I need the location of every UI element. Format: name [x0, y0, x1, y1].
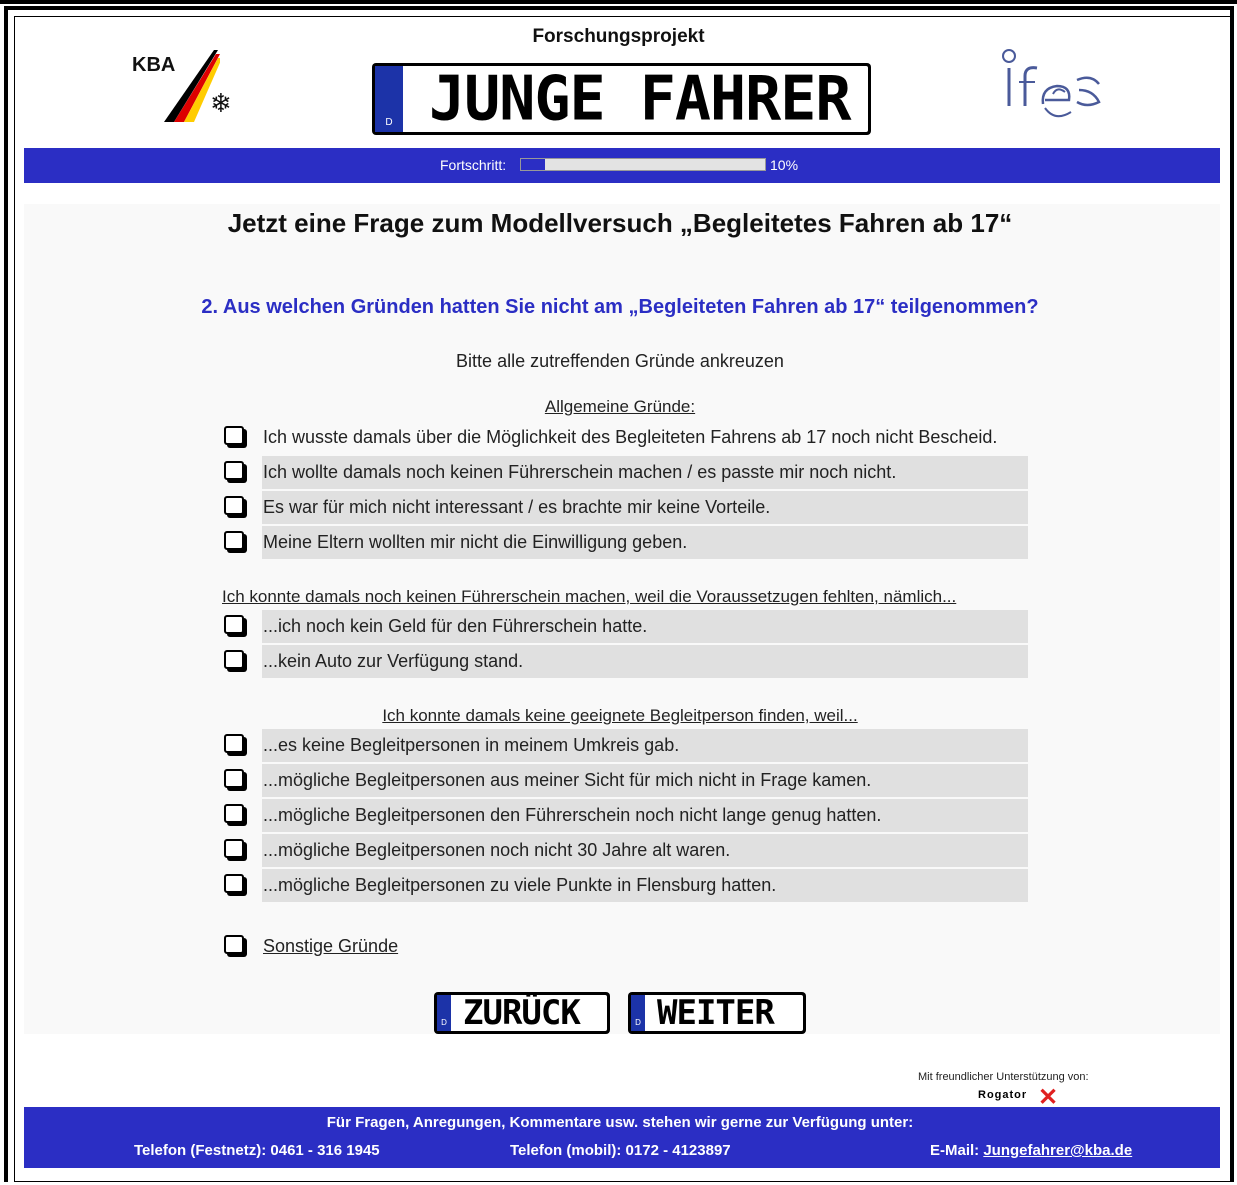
progress-fill [521, 159, 546, 170]
option-row[interactable]: Ich wusste damals über die Möglichkeit d… [262, 421, 1028, 454]
option-label: ...mögliche Begleitpersonen den Führersc… [263, 805, 882, 825]
plate-body: D JUNGE FAHRER [375, 63, 868, 135]
eu-band-icon: D [437, 995, 451, 1031]
option-label: ...mögliche Begleitpersonen aus meiner S… [263, 770, 872, 790]
checkbox-reason-5[interactable] [224, 615, 244, 634]
next-button-body: D WEITER [631, 993, 803, 1033]
checkbox-reason-10[interactable] [224, 839, 244, 858]
checkbox-reason-11[interactable] [224, 874, 244, 893]
plate-country: D [635, 1018, 641, 1027]
option-row[interactable]: Es war für mich nicht interessant / es b… [262, 491, 1028, 524]
option-row[interactable]: ...kein Auto zur Verfügung stand. [262, 645, 1028, 678]
option-row[interactable]: ...ich noch kein Geld für den Führersche… [262, 610, 1028, 643]
checkbox-reason-2[interactable] [224, 461, 244, 480]
option-row[interactable]: ...mögliche Begleitpersonen noch nicht 3… [262, 834, 1028, 867]
progress-percent: 10% [770, 157, 799, 173]
option-label: ...kein Auto zur Verfügung stand. [263, 651, 524, 671]
kba-logo: KBA ❄ [132, 50, 272, 130]
footer-contact-intro: Für Fragen, Anregungen, Kommentare usw. … [326, 1114, 914, 1131]
option-label: ...ich noch kein Geld für den Führersche… [263, 616, 648, 636]
checkbox-reason-7[interactable] [224, 734, 244, 753]
next-button[interactable]: D WEITER [628, 992, 806, 1034]
option-label: ...mögliche Begleitpersonen noch nicht 3… [263, 840, 731, 860]
option-label: Ich wusste damals über die Möglichkeit d… [263, 427, 998, 447]
option-row[interactable]: Ich wollte damals noch keinen Führersche… [262, 456, 1028, 489]
footer-phone-landline: Telefon (Festnetz): 0461 - 316 1945 [134, 1142, 380, 1159]
option-label: ...es keine Begleitpersonen in meinem Um… [263, 735, 680, 755]
progress-label: Fortschritt: [440, 157, 507, 173]
back-button-body: D ZURÜCK [437, 993, 607, 1033]
option-label: ...mögliche Begleitpersonen zu viele Pun… [263, 875, 777, 895]
next-button-label: WEITER [657, 993, 775, 1033]
top-border [0, 0, 1237, 4]
section-title-general: Allgemeine Gründe: [544, 397, 696, 416]
option-row[interactable]: ...mögliche Begleitpersonen aus meiner S… [262, 764, 1028, 797]
checkbox-reason-3[interactable] [224, 496, 244, 515]
federal-eagle-icon: ❄ [210, 88, 232, 118]
eu-band-icon: D [375, 66, 403, 132]
footer-email-link[interactable]: Jungefahrer@kba.de [983, 1142, 1132, 1159]
checkbox-other-reasons[interactable] [224, 935, 244, 954]
option-row[interactable]: ...mögliche Begleitpersonen zu viele Pun… [262, 869, 1028, 902]
other-reasons-label[interactable]: Sonstige Gründe [263, 936, 398, 957]
plate-country: D [385, 117, 393, 128]
option-label: Ich wollte damals noch keinen Führersche… [263, 462, 897, 482]
plate-country: D [441, 1018, 447, 1027]
footer-phone-mobile: Telefon (mobil): 0172 - 4123897 [510, 1142, 731, 1159]
question-text: 2. Aus welchen Gründen hatten Sie nicht … [201, 296, 1039, 318]
checkbox-reason-6[interactable] [224, 650, 244, 669]
ifes-logo [1002, 49, 1101, 118]
checkbox-reason-1[interactable] [224, 426, 244, 445]
footer-email-label: E-Mail: [930, 1142, 980, 1159]
checkbox-reason-8[interactable] [224, 769, 244, 788]
option-row[interactable]: ...es keine Begleitpersonen in meinem Um… [262, 729, 1028, 762]
junge-fahrer-plate-logo: D JUNGE FAHRER [372, 63, 871, 135]
option-row[interactable]: Meine Eltern wollten mir nicht die Einwi… [262, 526, 1028, 559]
page-headline: Jetzt eine Frage zum Modellversuch „Begl… [227, 208, 1013, 238]
option-label: Es war für mich nicht interessant / es b… [263, 497, 771, 517]
project-title: Forschungsprojekt [532, 26, 705, 47]
rogator-logo: Rogator [978, 1089, 1028, 1101]
checkbox-reason-9[interactable] [224, 804, 244, 823]
progress-track [520, 158, 766, 171]
eu-band-icon: D [631, 995, 645, 1031]
instruction-text: Bitte alle zutreffenden Gründe ankreuzen [456, 351, 784, 371]
plate-text: JUNGE FAHRER [429, 63, 851, 135]
back-button[interactable]: D ZURÜCK [434, 992, 610, 1034]
footer-email: E-Mail: Jungefahrer@kba.de [930, 1142, 1132, 1159]
back-button-label: ZURÜCK [463, 993, 581, 1033]
checkbox-reason-4[interactable] [224, 531, 244, 550]
section-title-companion: Ich konnte damals keine geeignete Beglei… [382, 706, 858, 725]
support-text: Mit freundlicher Unterstützung von: [918, 1071, 1089, 1083]
section-title-requirements: Ich konnte damals noch keinen Führersche… [222, 587, 957, 606]
option-label: Meine Eltern wollten mir nicht die Einwi… [263, 532, 688, 552]
option-row[interactable]: ...mögliche Begleitpersonen den Führersc… [262, 799, 1028, 832]
